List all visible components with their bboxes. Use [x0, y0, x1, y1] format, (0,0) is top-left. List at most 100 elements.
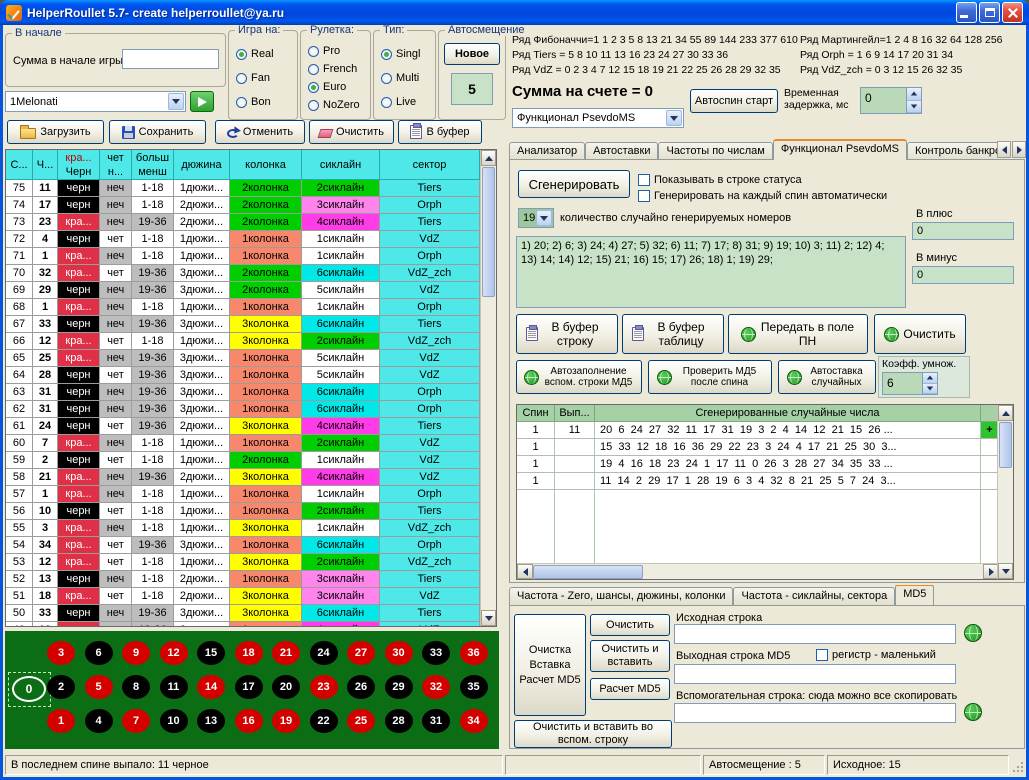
history-row[interactable]: 711кра...неч1-181дюжи...1колонка1сиклайн…: [6, 248, 496, 265]
history-row[interactable]: 724чернчет1-181дюжи...1колонка1сиклайнVd…: [6, 231, 496, 248]
scroll-down-icon[interactable]: [998, 563, 1013, 579]
source-globe-button[interactable]: [962, 622, 984, 644]
board-cell-16[interactable]: 16: [235, 709, 263, 733]
lowercase-checkbox[interactable]: [816, 649, 828, 661]
board-cell-9[interactable]: 9: [122, 641, 150, 665]
history-row[interactable]: 5312кра...чет1-181дюжи...3колонка2сиклай…: [6, 554, 496, 571]
scroll-left-icon[interactable]: [517, 564, 533, 579]
md5-calc-button[interactable]: Расчет MD5: [590, 678, 670, 700]
history-row[interactable]: 5821кра...неч19-362дюжи...3колонка4сикла…: [6, 469, 496, 486]
history-row[interactable]: 553кра...неч1-181дюжи...3колонка1сиклайн…: [6, 520, 496, 537]
board-cell-23[interactable]: 23: [310, 675, 338, 699]
board-cell-1[interactable]: 1: [47, 709, 75, 733]
board-cell-33[interactable]: 33: [422, 641, 450, 665]
history-scroll-thumb[interactable]: [482, 167, 495, 297]
history-row[interactable]: 6929черннеч19-363дюжи...2колонка5сиклайн…: [6, 282, 496, 299]
gen-vscrollbar[interactable]: [997, 405, 1013, 579]
gen-row[interactable]: 111 14 2 29 17 1 28 19 6 3 4 32 8 21 25 …: [517, 473, 1013, 490]
history-row[interactable]: 571кра...неч1-181дюжи...1колонка1сиклайн…: [6, 486, 496, 503]
md5-clear-button[interactable]: Очистить: [590, 614, 670, 636]
output-string-input[interactable]: [674, 664, 956, 684]
autobet-random-button[interactable]: Автоставка случайных: [778, 360, 876, 394]
board-cell-3[interactable]: 3: [47, 641, 75, 665]
scroll-down-icon[interactable]: [481, 610, 496, 626]
tab-md5[interactable]: MD5: [895, 585, 934, 605]
board-cell-27[interactable]: 27: [347, 641, 375, 665]
history-row[interactable]: 7511черннеч1-181дюжи...2колонка2сиклайнT…: [6, 180, 496, 197]
md5-clear-paste-helper-button[interactable]: Очистить и вставить во вспом. строку: [514, 720, 672, 748]
gen-vscroll-thumb[interactable]: [999, 422, 1012, 468]
board-cell-22[interactable]: 22: [310, 709, 338, 733]
board-cell-17[interactable]: 17: [235, 675, 263, 699]
board-cell-36[interactable]: 36: [460, 641, 488, 665]
board-cell-15[interactable]: 15: [197, 641, 225, 665]
board-cell-13[interactable]: 13: [197, 709, 225, 733]
type-option-multi[interactable]: Multi: [381, 72, 433, 84]
show-status-checkbox[interactable]: [638, 174, 650, 186]
board-cell-5[interactable]: 5: [85, 675, 113, 699]
koef-up-icon[interactable]: [923, 373, 937, 384]
history-row[interactable]: 7323кра...неч19-362дюжи...2колонка4сикла…: [6, 214, 496, 231]
board-cell-18[interactable]: 18: [235, 641, 263, 665]
roulette-option-nozero[interactable]: NoZero: [308, 99, 368, 111]
history-row[interactable]: 607кра...неч1-181дюжи...1колонка2сиклайн…: [6, 435, 496, 452]
board-cell-19[interactable]: 19: [272, 709, 300, 733]
history-row[interactable]: 5434кра...чет19-363дюжи...1колонка6сикла…: [6, 537, 496, 554]
gen-hscrollbar[interactable]: [517, 563, 999, 579]
board-cell-29[interactable]: 29: [385, 675, 413, 699]
tab-freq-sixlines[interactable]: Частота - сиклайны, сектора: [733, 587, 895, 605]
board-cell-14[interactable]: 14: [197, 675, 225, 699]
tab-analyzer[interactable]: Анализатор: [509, 142, 585, 160]
gen-row[interactable]: 119 4 16 18 23 24 1 17 11 0 26 3 28 27 3…: [517, 456, 1013, 473]
tab-autobets[interactable]: Автоставки: [585, 142, 658, 160]
type-option-live[interactable]: Live: [381, 96, 433, 108]
clear-button[interactable]: Очистить: [309, 120, 394, 144]
show-status-checkbox-row[interactable]: Показывать в строке статуса: [638, 174, 802, 186]
scroll-up-icon[interactable]: [998, 405, 1013, 421]
autospin-start-button[interactable]: Автоспин старт: [690, 89, 778, 113]
load-button[interactable]: Загрузить: [7, 120, 104, 144]
profile-dropdown-icon[interactable]: [168, 93, 184, 110]
scroll-up-icon[interactable]: [481, 150, 496, 166]
game-option-real[interactable]: Real: [236, 48, 295, 60]
history-scrollbar[interactable]: [480, 150, 496, 626]
lowercase-checkbox-row[interactable]: регистр - маленький: [816, 649, 936, 661]
history-row[interactable]: 5118кра...чет1-182дюжи...3колонка3сиклай…: [6, 588, 496, 605]
board-cell-7[interactable]: 7: [122, 709, 150, 733]
history-row[interactable]: 4919кра...неч19-362дюжи...1колонка4сикла…: [6, 622, 496, 627]
autofill-md5-button[interactable]: Автозаполнение вспом. строки МД5: [516, 360, 642, 394]
board-cell-35[interactable]: 35: [460, 675, 488, 699]
history-row[interactable]: 5033черннеч19-363дюжи...3колонка6сиклайн…: [6, 605, 496, 622]
delay-down-icon[interactable]: [907, 101, 921, 114]
roulette-option-french[interactable]: French: [308, 63, 368, 75]
tab-scroll-left-icon[interactable]: [997, 141, 1011, 158]
board-cell-6[interactable]: 6: [85, 641, 113, 665]
board-cell-24[interactable]: 24: [310, 641, 338, 665]
send-to-pn-button[interactable]: Передать в поле ПН: [728, 314, 868, 354]
history-row[interactable]: 6612кра...чет1-181дюжи...3колонка2сиклай…: [6, 333, 496, 350]
history-row[interactable]: 6124чернчет19-362дюжи...3колонка4сиклайн…: [6, 418, 496, 435]
profile-select[interactable]: 1Melonati: [5, 91, 186, 112]
board-cell-12[interactable]: 12: [160, 641, 188, 665]
board-cell-25[interactable]: 25: [347, 709, 375, 733]
history-row[interactable]: 681кра...неч1-181дюжи...1колонка1сиклайн…: [6, 299, 496, 316]
function-select[interactable]: Функционал PsevdoMS: [512, 108, 684, 128]
resize-grip[interactable]: [1010, 759, 1025, 774]
start-sum-input[interactable]: [122, 49, 219, 69]
tab-scroll-right-icon[interactable]: [1012, 141, 1026, 158]
close-button[interactable]: [1002, 2, 1023, 23]
history-row[interactable]: 7417черннеч1-182дюжи...2колонка3сиклайнO…: [6, 197, 496, 214]
board-cell-30[interactable]: 30: [385, 641, 413, 665]
delay-up-icon[interactable]: [907, 88, 921, 101]
md5-master-button[interactable]: Очистка Вставка Расчет MD5: [514, 614, 586, 716]
gen-row[interactable]: 11120 6 24 27 32 11 17 31 19 3 2 4 14 12…: [517, 422, 1013, 439]
undo-button[interactable]: Отменить: [215, 120, 305, 144]
board-cell-0[interactable]: 0: [12, 676, 46, 702]
board-cell-21[interactable]: 21: [272, 641, 300, 665]
roulette-option-euro[interactable]: Euro: [308, 81, 368, 93]
generate-button[interactable]: Сгенерировать: [518, 170, 630, 198]
function-dropdown-icon[interactable]: [666, 110, 682, 126]
count-dropdown-icon[interactable]: [536, 210, 552, 226]
roulette-option-pro[interactable]: Pro: [308, 45, 368, 57]
board-cell-10[interactable]: 10: [160, 709, 188, 733]
